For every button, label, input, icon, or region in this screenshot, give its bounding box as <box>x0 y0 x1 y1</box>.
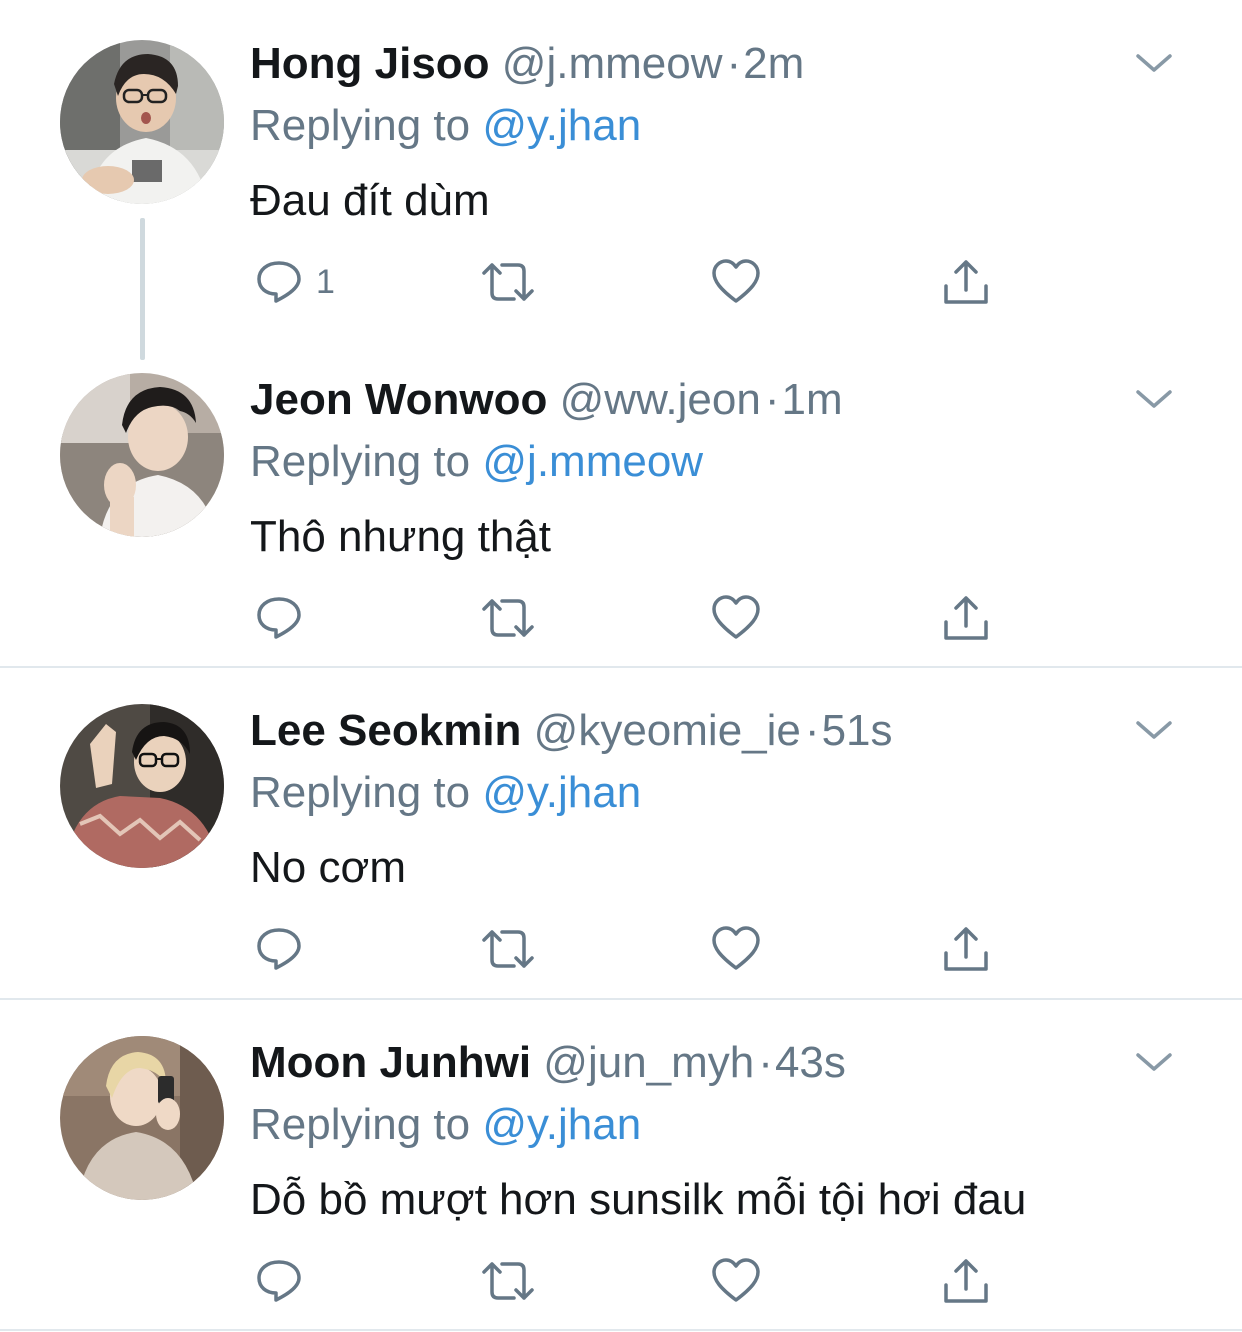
tweet-card[interactable]: Lee Seokmin @kyeomie_ie·51s Replying to … <box>0 667 1242 999</box>
replying-to-mention[interactable]: @y.jhan <box>482 101 641 150</box>
user-handle[interactable]: @kyeomie_ie <box>534 706 801 755</box>
timestamp[interactable]: 51s <box>822 706 893 755</box>
more-options-button[interactable] <box>1134 388 1174 410</box>
reply-button[interactable] <box>254 919 316 979</box>
share-button[interactable] <box>940 919 992 979</box>
reply-button[interactable] <box>254 1251 316 1311</box>
more-options-button[interactable] <box>1134 719 1174 741</box>
display-name[interactable]: Lee Seokmin <box>250 706 521 755</box>
heart-icon <box>712 926 760 970</box>
retweet-button[interactable] <box>478 588 538 648</box>
avatar[interactable] <box>60 373 224 537</box>
reply-button[interactable] <box>254 588 316 648</box>
tweet-card[interactable]: Hong Jisoo @j.mmeow·2m Replying to @y.jh… <box>0 0 1242 336</box>
divider <box>0 1329 1242 1331</box>
tweet-card[interactable]: Moon Junhwi @jun_myh·43s Replying to @y.… <box>0 999 1242 1332</box>
retweet-icon <box>482 930 534 968</box>
separator-dot: · <box>804 706 820 755</box>
avatar-photo-icon <box>60 40 224 204</box>
like-button[interactable] <box>710 919 762 979</box>
share-icon <box>944 260 988 304</box>
user-handle[interactable]: @j.mmeow <box>502 39 723 88</box>
timestamp[interactable]: 43s <box>775 1038 846 1087</box>
tweet-card[interactable]: Jeon Wonwoo @ww.jeon·1m Replying to @j.m… <box>0 336 1242 667</box>
share-button[interactable] <box>940 252 992 312</box>
replying-to-mention[interactable]: @j.mmeow <box>482 437 703 486</box>
reply-button[interactable]: 1 <box>254 252 335 312</box>
avatar-photo-icon <box>60 373 224 537</box>
replying-to-mention[interactable]: @y.jhan <box>482 1100 641 1149</box>
user-handle[interactable]: @ww.jeon <box>560 375 761 424</box>
display-name[interactable]: Jeon Wonwoo <box>250 375 547 424</box>
replying-to-label: Replying to <box>250 768 471 817</box>
separator-dot: · <box>726 39 742 88</box>
replying-to-label: Replying to <box>250 101 471 150</box>
chevron-down-icon <box>1136 390 1172 408</box>
tweet-text: Dỗ bồ mượt hơn sunsilk mỗi tội hơi đau <box>250 1175 1027 1224</box>
avatar-photo-icon <box>60 704 224 868</box>
reply-bubble-icon <box>257 597 301 639</box>
timestamp[interactable]: 1m <box>781 375 842 424</box>
like-button[interactable] <box>710 588 762 648</box>
display-name[interactable]: Moon Junhwi <box>250 1038 531 1087</box>
tweet-actions <box>250 919 1010 979</box>
heart-icon <box>712 1258 760 1302</box>
tweet-actions <box>250 1251 1010 1311</box>
reply-timeline: Hong Jisoo @j.mmeow·2m Replying to @y.jh… <box>0 0 1242 1332</box>
avatar-photo-icon <box>60 1036 224 1200</box>
replying-to-line: Replying to @j.mmeow <box>250 436 703 488</box>
reply-count: 1 <box>316 263 335 301</box>
retweet-icon <box>482 1262 534 1300</box>
heart-icon <box>712 259 760 303</box>
tweet-header: Jeon Wonwoo @ww.jeon·1m <box>250 374 843 426</box>
chevron-down-icon <box>1136 1053 1172 1071</box>
more-options-button[interactable] <box>1134 52 1174 74</box>
separator-dot: · <box>758 1038 773 1087</box>
retweet-icon <box>482 599 534 637</box>
tweet-text: Đau đít dùm <box>250 176 490 225</box>
tweet-header: Hong Jisoo @j.mmeow·2m <box>250 38 804 90</box>
tweet-header: Lee Seokmin @kyeomie_ie·51s <box>250 705 893 757</box>
chevron-down-icon <box>1136 54 1172 72</box>
avatar[interactable] <box>60 704 224 868</box>
reply-bubble-icon <box>257 928 301 970</box>
tweet-text: No cơm <box>250 843 406 892</box>
chevron-down-icon <box>1136 721 1172 739</box>
heart-icon <box>712 595 760 639</box>
replying-to-line: Replying to @y.jhan <box>250 767 641 819</box>
tweet-actions <box>250 588 1010 648</box>
reply-bubble-icon <box>257 261 301 303</box>
avatar[interactable] <box>60 40 224 204</box>
separator-dot: · <box>764 375 780 424</box>
replying-to-label: Replying to <box>250 1100 471 1149</box>
replying-to-line: Replying to @y.jhan <box>250 100 641 152</box>
display-name[interactable]: Hong Jisoo <box>250 39 490 88</box>
like-button[interactable] <box>710 1251 762 1311</box>
tweet-header: Moon Junhwi @jun_myh·43s <box>250 1037 846 1089</box>
tweet-text: Thô nhưng thật <box>250 512 551 561</box>
replying-to-label: Replying to <box>250 437 471 486</box>
share-button[interactable] <box>940 1251 992 1311</box>
replying-to-line: Replying to @y.jhan <box>250 1099 641 1151</box>
share-icon <box>944 1259 988 1303</box>
share-button[interactable] <box>940 588 992 648</box>
share-icon <box>944 596 988 640</box>
user-handle[interactable]: @jun_myh <box>543 1038 754 1087</box>
share-icon <box>944 927 988 971</box>
avatar[interactable] <box>60 1036 224 1200</box>
timestamp[interactable]: 2m <box>743 39 804 88</box>
tweet-actions: 1 <box>250 252 1010 312</box>
more-options-button[interactable] <box>1134 1051 1174 1073</box>
retweet-button[interactable] <box>478 1251 538 1311</box>
like-button[interactable] <box>710 252 762 312</box>
retweet-button[interactable] <box>478 252 538 312</box>
retweet-button[interactable] <box>478 919 538 979</box>
retweet-icon <box>482 263 534 301</box>
reply-bubble-icon <box>257 1260 301 1302</box>
replying-to-mention[interactable]: @y.jhan <box>482 768 641 817</box>
